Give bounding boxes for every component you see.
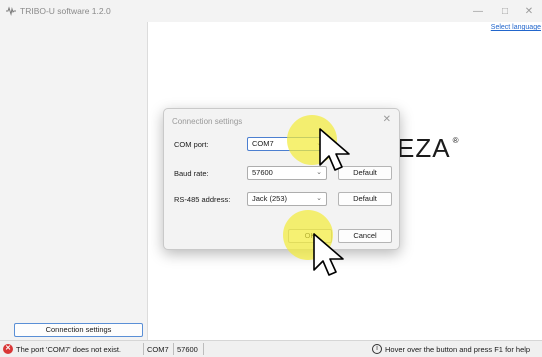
minimize-icon[interactable]: —: [467, 3, 489, 19]
connection-settings-button[interactable]: Connection settings: [14, 323, 143, 337]
status-separator: [143, 343, 144, 355]
rs485-address-value: Jack (253): [252, 194, 288, 203]
status-separator: [203, 343, 204, 355]
registered-mark: ®: [452, 136, 460, 145]
rs485-address-select[interactable]: Jack (253) ⌄: [247, 192, 327, 206]
status-message: The port 'COM7' does not exist.: [16, 345, 121, 354]
mouse-pointer-icon: [319, 128, 350, 171]
rs485-default-button[interactable]: Default: [338, 192, 392, 206]
baud-rate-value: 57600: [252, 168, 273, 177]
logo-text: EZA: [397, 133, 451, 163]
brand-logo: EZA ®: [397, 133, 459, 164]
info-icon: i: [372, 344, 382, 354]
rs485-address-label: RS-485 address:: [174, 195, 231, 204]
title-bar: TRIBO-U software 1.2.0 — □ ✕: [0, 0, 542, 22]
baud-rate-select[interactable]: 57600 ⌄: [247, 166, 327, 180]
chevron-down-icon: ⌄: [316, 195, 322, 202]
status-port: COM7: [147, 345, 169, 354]
connection-settings-dialog: Connection settings ✕ COM port: COM7 ⌄ B…: [163, 108, 400, 250]
baud-rate-label: Baud rate:: [174, 169, 209, 178]
status-bar: ✕ The port 'COM7' does not exist. COM7 5…: [0, 340, 542, 357]
maximize-icon[interactable]: □: [494, 3, 516, 19]
com-port-value: COM7: [252, 139, 274, 148]
mouse-pointer-icon: [313, 233, 344, 276]
waveform-icon: [6, 6, 16, 16]
window-title: TRIBO-U software 1.2.0: [20, 6, 111, 16]
dialog-title: Connection settings: [172, 117, 243, 126]
com-port-label: COM port:: [174, 140, 209, 149]
select-language-link[interactable]: Select language: [491, 24, 541, 31]
close-icon[interactable]: ✕: [383, 114, 391, 125]
status-baud: 57600: [177, 345, 198, 354]
error-icon: ✕: [3, 344, 13, 354]
left-pane: Connection settings: [0, 22, 148, 340]
status-separator: [173, 343, 174, 355]
status-hint: Hover over the button and press F1 for h…: [385, 345, 531, 354]
close-icon[interactable]: ✕: [518, 3, 540, 19]
